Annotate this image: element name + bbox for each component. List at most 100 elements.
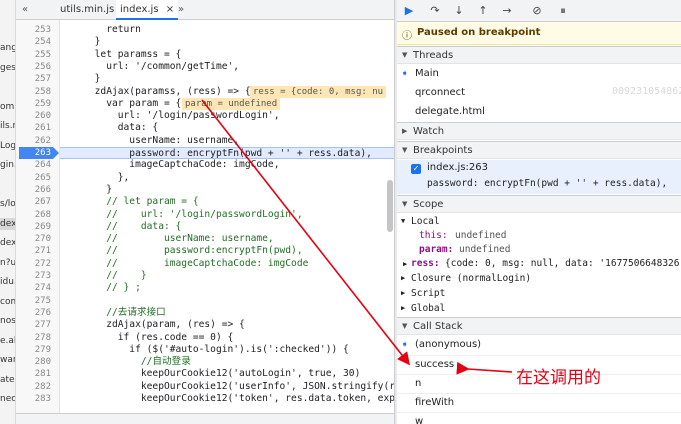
line-number[interactable]: 272 xyxy=(35,258,51,270)
code-line[interactable]: url: '/login/passwordLogin', xyxy=(60,110,280,122)
line-number[interactable]: 269 xyxy=(35,221,51,233)
code-line[interactable]: keepOurCookie12('userInfo', JSON.stringi… xyxy=(60,381,394,393)
line-number[interactable]: 267 xyxy=(35,196,51,208)
line-number[interactable]: 259 xyxy=(35,98,51,110)
line-number[interactable]: 283 xyxy=(35,393,51,405)
navigator-item[interactable]: ges xyxy=(0,62,15,74)
step-out-icon[interactable]: ↑ xyxy=(475,3,491,19)
navigator-toggle-icon[interactable]: « xyxy=(22,0,28,20)
line-number[interactable]: 273 xyxy=(35,270,51,282)
code-line[interactable]: } xyxy=(60,73,101,85)
navigator-item[interactable]: ils.n xyxy=(0,120,15,132)
thread-item[interactable]: ➧ Main xyxy=(397,65,681,83)
breakpoints-section-header[interactable]: ▼ Breakpoints xyxy=(397,141,681,159)
line-number[interactable]: 281 xyxy=(35,368,51,380)
breakpoint-line-number[interactable]: 263 xyxy=(19,147,59,159)
scope-section-header[interactable]: ▼ Scope xyxy=(397,195,681,213)
code-line[interactable]: // data: { xyxy=(60,221,181,233)
tab-index-js[interactable]: index.js × xyxy=(116,0,179,20)
call-frame[interactable]: w xyxy=(397,412,681,424)
code-line[interactable]: } xyxy=(60,184,112,196)
step-into-icon[interactable]: ↓ xyxy=(451,3,467,19)
line-number[interactable]: 253 xyxy=(35,24,51,36)
code-line[interactable]: if (res.code == 0) { xyxy=(60,332,234,344)
code-line[interactable]: var param = { xyxy=(60,98,181,110)
breakpoint-code-line[interactable]: password: encryptFn(pwd + '' + ress.data… xyxy=(60,147,394,159)
code-line[interactable]: //去请求接口 xyxy=(60,307,166,319)
step-icon[interactable]: → xyxy=(499,3,515,19)
navigator-item[interactable]: omr xyxy=(0,101,15,113)
navigator-item[interactable]: nect xyxy=(0,393,15,405)
navigator-item[interactable]: n?u xyxy=(0,257,15,269)
navigator-item[interactable]: ang xyxy=(0,42,15,54)
code-editor[interactable]: return } let paramss = { url: '/common/g… xyxy=(60,20,394,414)
line-number[interactable]: 261 xyxy=(35,122,51,134)
breakpoint-entry[interactable]: ✓ index.js:263 password: encryptFn(pwd +… xyxy=(397,160,681,194)
code-line[interactable]: url: '/common/getTime', xyxy=(60,61,239,73)
scope-var-ress[interactable]: ▶ ress: {code: 0, msg: null, data: '1677… xyxy=(397,257,681,271)
code-line[interactable]: userName: username, xyxy=(60,135,239,147)
watch-section-header[interactable]: ▶ Watch xyxy=(397,122,681,140)
line-number[interactable]: 280 xyxy=(35,356,51,368)
scope-var-param[interactable]: param: undefined xyxy=(397,243,681,257)
line-number[interactable]: 255 xyxy=(35,49,51,61)
code-line[interactable]: return xyxy=(60,24,141,36)
navigator-item[interactable]: com xyxy=(0,296,15,308)
scope-var-this[interactable]: this: undefined xyxy=(397,229,681,243)
threads-section-header[interactable]: ▼ Threads xyxy=(397,46,681,64)
line-number[interactable]: 282 xyxy=(35,381,51,393)
tab-utils-min-js[interactable]: utils.min.js xyxy=(60,0,114,20)
navigator-item[interactable]: dex xyxy=(0,237,15,249)
more-tabs-icon[interactable]: » xyxy=(178,0,184,20)
line-number[interactable]: 278 xyxy=(35,332,51,344)
line-number[interactable]: 256 xyxy=(35,61,51,73)
line-number[interactable]: 257 xyxy=(35,73,51,85)
code-line[interactable]: // password:encryptFn(pwd), xyxy=(60,245,302,257)
line-number[interactable]: 265 xyxy=(35,172,51,184)
code-line[interactable]: //自动登录 xyxy=(60,356,191,368)
scope-global[interactable]: ▶ Global xyxy=(397,301,681,316)
close-tab-icon[interactable]: × xyxy=(166,4,174,15)
step-over-icon[interactable]: ↷ xyxy=(427,3,443,19)
code-line[interactable]: // userName: username, xyxy=(60,233,274,245)
code-line[interactable]: keepOurCookie12('token', res.data.token,… xyxy=(60,393,394,405)
call-frame[interactable]: ➧ (anonymous) xyxy=(397,336,681,354)
navigator-item[interactable]: gin. xyxy=(0,159,15,171)
navigator-item[interactable]: s/lo xyxy=(0,198,15,210)
code-line[interactable]: if ($('#auto-login').is(':checked')) { xyxy=(60,344,349,356)
editor-scrollbar[interactable] xyxy=(387,180,393,232)
line-number[interactable]: 260 xyxy=(35,110,51,122)
code-line[interactable]: // imageCaptchaCode: imgCode xyxy=(60,258,308,270)
line-number[interactable]: 279 xyxy=(35,344,51,356)
code-line[interactable]: // let param = { xyxy=(60,196,198,208)
code-line[interactable]: }, xyxy=(60,172,130,184)
call-frame[interactable]: fireWith xyxy=(397,393,681,411)
code-line[interactable]: // } ; xyxy=(60,282,141,294)
line-number[interactable]: 276 xyxy=(35,307,51,319)
scope-closure[interactable]: ▶ Closure (normalLogin) xyxy=(397,271,681,286)
navigator-item[interactable]: Logi xyxy=(0,140,15,152)
scope-script[interactable]: ▶ Script xyxy=(397,286,681,301)
call-stack-section-header[interactable]: ▼ Call Stack xyxy=(397,317,681,335)
navigator-item[interactable]: ate.l xyxy=(0,374,15,386)
navigator-item[interactable]: wan xyxy=(0,354,15,366)
code-line[interactable]: zdAjax(param, (res) => { xyxy=(60,319,245,331)
code-line[interactable]: let paramss = { xyxy=(60,49,182,61)
code-line[interactable]: imageCaptchaCode: imgCode, xyxy=(60,159,279,171)
code-line[interactable]: keepOurCookie12('autoLogin', true, 30) xyxy=(60,368,361,380)
code-line[interactable]: // } xyxy=(60,270,146,282)
breakpoint-checkbox[interactable]: ✓ xyxy=(411,164,421,174)
navigator-item[interactable]: idu. xyxy=(0,276,15,288)
line-number[interactable]: 266 xyxy=(35,184,51,196)
navigator-item[interactable]: nos xyxy=(0,315,15,327)
line-number[interactable]: 268 xyxy=(35,209,51,221)
line-number-gutter[interactable]: 253 254 255 256 257 258 259 260 261 262 263 264 265 2… xyxy=(16,20,60,414)
code-line[interactable]: } xyxy=(60,36,101,48)
line-number[interactable]: 264 xyxy=(35,159,51,171)
deactivate-breakpoints-icon[interactable]: ⊘ xyxy=(529,3,545,19)
line-number[interactable]: 275 xyxy=(35,295,51,307)
thread-item[interactable]: delegate.html xyxy=(397,103,681,121)
code-line[interactable]: // url: '/login/passwordLogin', xyxy=(60,209,302,221)
pause-on-exceptions-icon[interactable]: ⏸ xyxy=(555,3,571,19)
line-number[interactable]: 274 xyxy=(35,282,51,294)
